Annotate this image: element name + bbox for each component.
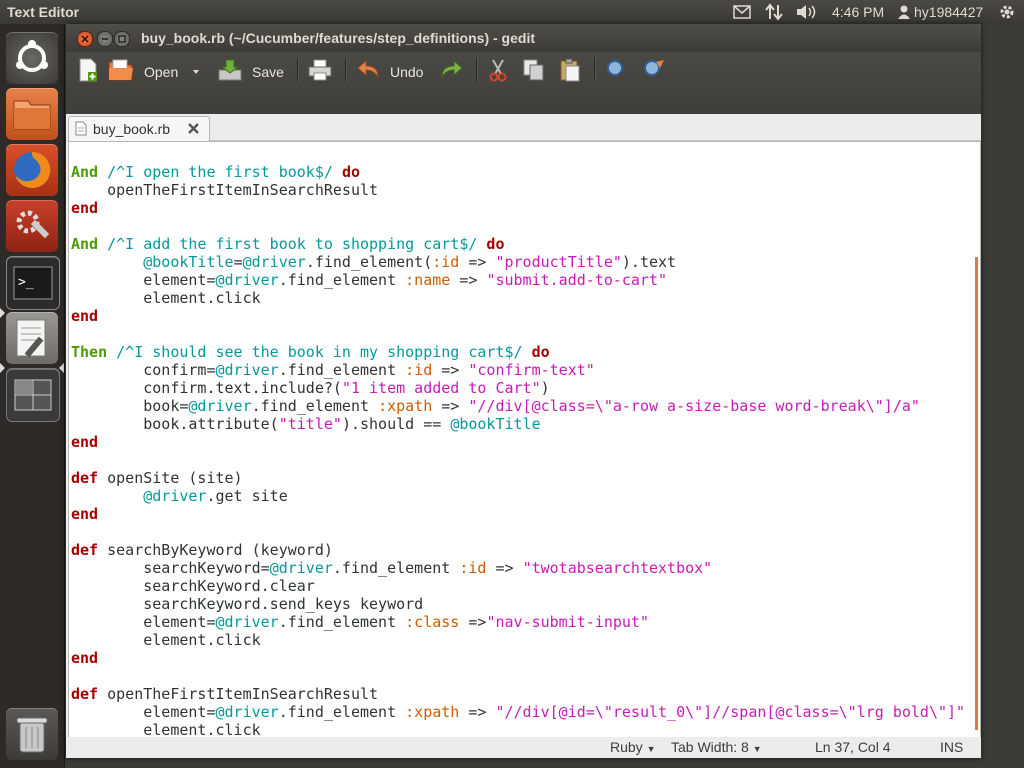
find-replace-icon[interactable] — [642, 58, 666, 82]
code-line[interactable]: @bookTitle=@driver.find_element(:id => "… — [71, 253, 965, 271]
code-line[interactable]: Then /^I should see the book in my shopp… — [71, 343, 965, 361]
scrollbar[interactable] — [975, 257, 978, 730]
toolbar-separator — [345, 58, 347, 82]
print-icon[interactable] — [307, 58, 332, 82]
code-line[interactable] — [71, 667, 965, 685]
code-line[interactable]: @driver.get site — [71, 487, 965, 505]
files-icon[interactable] — [6, 88, 58, 140]
firefox-icon[interactable] — [6, 144, 58, 196]
language-label: Ruby — [610, 739, 643, 755]
code-line[interactable]: searchKeyword.clear — [71, 577, 965, 595]
gedit-window: buy_book.rb (~/Cucumber/features/step_de… — [66, 24, 981, 758]
save-icon[interactable] — [217, 58, 242, 82]
cursor-position: Ln 37, Col 4 — [815, 739, 891, 755]
dash-icon[interactable] — [6, 32, 58, 84]
window-titlebar[interactable]: buy_book.rb (~/Cucumber/features/step_de… — [66, 24, 981, 52]
code-line[interactable]: confirm.text.include?("1 item added to C… — [71, 379, 965, 397]
open-dropdown-arrow-icon[interactable] — [190, 58, 202, 82]
code-line[interactable]: openTheFirstItemInSearchResult — [71, 181, 965, 199]
code-text[interactable]: And /^I open the first book$/ do openThe… — [71, 163, 965, 738]
undo-button[interactable]: Undo — [390, 64, 423, 80]
code-line[interactable]: And /^I open the first book$/ do — [71, 163, 965, 181]
code-line[interactable]: def openTheFirstItemInSearchResult — [71, 685, 965, 703]
trash-icon[interactable] — [6, 708, 58, 760]
active-app-title: Text Editor — [7, 4, 80, 20]
tab-buy-book[interactable]: buy_book.rb — [68, 116, 210, 141]
maximize-window-button[interactable] — [114, 31, 130, 47]
code-line[interactable]: end — [71, 505, 965, 523]
document-icon — [75, 121, 87, 136]
username: hy1984427 — [914, 4, 984, 20]
top-panel: Text Editor 4:46 PM hy1984427 — [0, 0, 1024, 24]
close-window-button[interactable] — [77, 31, 93, 47]
code-line[interactable]: element.click — [71, 631, 965, 649]
save-button[interactable]: Save — [252, 64, 284, 80]
mail-icon[interactable] — [733, 3, 751, 21]
chevron-down-icon: ▼ — [752, 744, 762, 754]
tab-label: buy_book.rb — [93, 121, 171, 137]
paste-icon[interactable] — [558, 58, 582, 82]
tab-width-label: Tab Width: 8 — [671, 739, 749, 755]
workspace-switcher-icon[interactable] — [6, 368, 60, 422]
code-line[interactable]: end — [71, 433, 965, 451]
minimize-window-button[interactable] — [97, 31, 113, 47]
code-line[interactable]: end — [71, 649, 965, 667]
copy-icon[interactable] — [522, 58, 546, 82]
settings-icon[interactable] — [6, 200, 58, 252]
code-line[interactable] — [71, 325, 965, 343]
code-line[interactable]: end — [71, 307, 965, 325]
user-icon — [898, 5, 910, 19]
open-folder-icon[interactable] — [108, 58, 133, 82]
tab-width-selector[interactable]: Tab Width: 8 ▼ — [671, 739, 762, 755]
user-menu[interactable]: hy1984427 — [898, 4, 983, 20]
open-button[interactable]: Open — [144, 64, 178, 80]
undo-icon[interactable] — [356, 58, 380, 82]
new-document-icon[interactable] — [76, 58, 100, 82]
find-icon[interactable] — [605, 58, 629, 82]
code-line[interactable] — [71, 523, 965, 541]
network-icon[interactable] — [765, 3, 783, 21]
code-line[interactable]: searchKeyword.send_keys keyword — [71, 595, 965, 613]
code-line[interactable]: book=@driver.find_element :xpath => "//d… — [71, 397, 965, 415]
code-line[interactable]: element=@driver.find_element :class =>"n… — [71, 613, 965, 631]
running-indicator — [0, 363, 5, 373]
code-editor[interactable]: And /^I open the first book$/ do openThe… — [68, 141, 981, 739]
chevron-down-icon: ▼ — [646, 744, 656, 754]
insert-mode: INS — [940, 739, 964, 755]
code-line[interactable] — [71, 217, 965, 235]
clock[interactable]: 4:46 PM — [832, 4, 884, 20]
toolbar-separator — [297, 58, 299, 82]
svg-text:>_: >_ — [18, 275, 34, 290]
code-line[interactable]: searchKeyword=@driver.find_element :id =… — [71, 559, 965, 577]
code-line[interactable]: end — [71, 199, 965, 217]
code-line[interactable]: confirm=@driver.find_element :id => "con… — [71, 361, 965, 379]
terminal-icon[interactable]: >_ — [6, 256, 60, 310]
launcher: >_ — [0, 24, 65, 768]
cut-icon[interactable] — [486, 58, 510, 82]
toolbar-separator — [594, 58, 596, 82]
code-line[interactable]: element=@driver.find_element :name => "s… — [71, 271, 965, 289]
code-line[interactable]: element=@driver.find_element :xpath => "… — [71, 703, 965, 721]
running-indicator — [0, 308, 5, 318]
text-editor-icon[interactable] — [6, 312, 58, 364]
toolbar-separator — [476, 58, 478, 82]
redo-icon[interactable] — [438, 58, 463, 82]
volume-icon[interactable] — [796, 3, 818, 21]
code-line[interactable]: book.attribute("title").should == @bookT… — [71, 415, 965, 433]
code-line[interactable] — [71, 451, 965, 469]
gear-icon[interactable] — [998, 3, 1016, 21]
code-line[interactable]: element.click — [71, 289, 965, 307]
code-line[interactable]: And /^I add the first book to shopping c… — [71, 235, 965, 253]
language-selector[interactable]: Ruby ▼ — [610, 739, 656, 755]
window-title: buy_book.rb (~/Cucumber/features/step_de… — [141, 30, 535, 46]
statusbar: Ruby ▼ Tab Width: 8 ▼ Ln 37, Col 4 INS — [66, 737, 981, 758]
code-line[interactable]: def searchByKeyword (keyword) — [71, 541, 965, 559]
code-line[interactable]: def openSite (site) — [71, 469, 965, 487]
close-tab-icon[interactable] — [187, 122, 200, 135]
